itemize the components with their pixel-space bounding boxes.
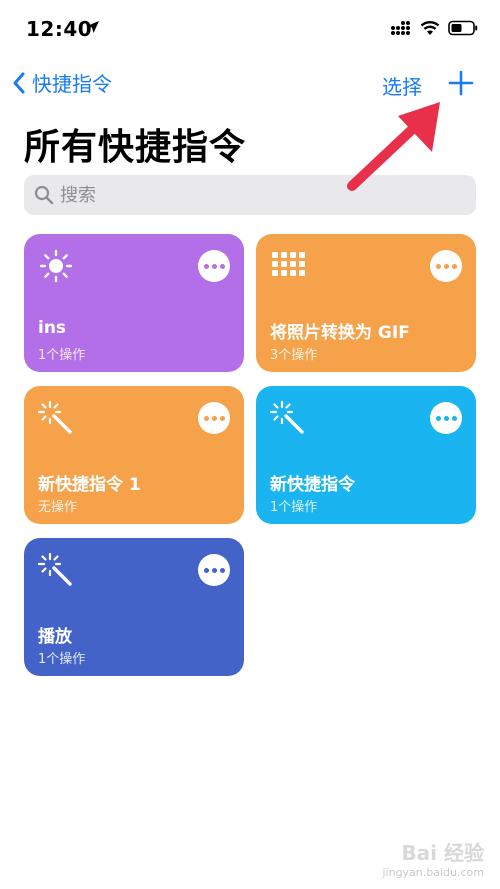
back-button[interactable]: 快捷指令 — [12, 68, 112, 97]
status-time: 12:40 — [26, 17, 93, 41]
shortcut-action-count: 3个操作 — [270, 348, 318, 363]
shortcut-action-count: 1个操作 — [270, 500, 318, 515]
magic-wand-icon — [38, 400, 72, 434]
chevron-left-icon — [13, 72, 25, 93]
sun-icon — [39, 249, 73, 283]
more-options-button[interactable] — [430, 250, 462, 282]
shortcut-action-count: 1个操作 — [38, 348, 86, 363]
search-icon — [34, 185, 54, 205]
select-button[interactable]: 选择 — [382, 71, 422, 100]
add-shortcut-button[interactable] — [446, 68, 476, 98]
more-options-button[interactable] — [198, 250, 230, 282]
magic-wand-icon — [38, 552, 72, 586]
shortcut-action-count: 1个操作 — [38, 652, 86, 667]
shortcut-title: ins — [38, 318, 67, 338]
more-options-button[interactable] — [430, 402, 462, 434]
more-options-button[interactable] — [198, 402, 230, 434]
location-arrow-icon — [87, 21, 99, 33]
shortcut-action-count: 无操作 — [38, 500, 78, 515]
more-options-button[interactable] — [198, 554, 230, 586]
magic-wand-icon — [270, 400, 304, 434]
wifi-icon — [420, 21, 440, 35]
watermark-url: jingyan.baidu.com — [382, 866, 484, 879]
shortcut-card-play[interactable]: 播放 1个操作 — [24, 538, 244, 676]
search-input[interactable] — [60, 184, 440, 206]
status-bar: 12:40 — [0, 0, 500, 60]
grid-icon — [272, 252, 305, 276]
shortcut-title: 新快捷指令 1 — [38, 475, 141, 495]
page-title: 所有快捷指令 — [24, 127, 247, 168]
shortcut-card-gif[interactable]: 将照片转换为 GIF 3个操作 — [256, 234, 476, 372]
watermark: Bai 经验 jingyan.baidu.com — [382, 837, 484, 879]
nav-bar: 快捷指令 选择 — [0, 66, 500, 106]
shortcut-title: 新快捷指令 — [270, 475, 355, 495]
search-bar[interactable] — [24, 175, 476, 215]
watermark-brand: Bai 经验 — [401, 841, 484, 865]
shortcut-title: 播放 — [38, 627, 72, 647]
status-icons — [390, 20, 478, 36]
shortcut-card-new-1[interactable]: 新快捷指令 1 无操作 — [24, 386, 244, 524]
shortcut-card-new[interactable]: 新快捷指令 1个操作 — [256, 386, 476, 524]
cellular-signal-icon — [391, 21, 410, 35]
shortcut-title: 将照片转换为 GIF — [270, 323, 410, 343]
back-button-label: 快捷指令 — [32, 72, 112, 96]
battery-icon — [448, 20, 478, 36]
shortcut-card-ins[interactable]: ins 1个操作 — [24, 234, 244, 372]
